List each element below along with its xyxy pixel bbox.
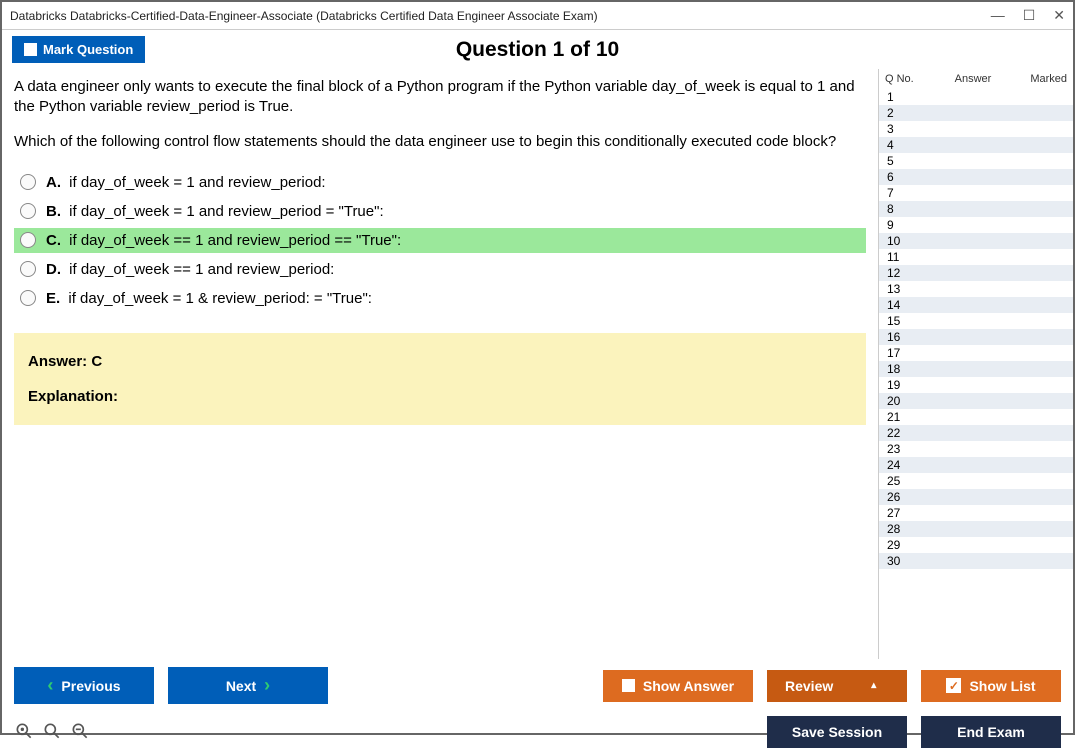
show-list-button[interactable]: ✓ Show List (921, 670, 1061, 702)
question-list-row[interactable]: 7 (879, 185, 1073, 201)
question-list-row[interactable]: 15 (879, 313, 1073, 329)
question-list-row[interactable]: 4 (879, 137, 1073, 153)
next-button-label: Next (226, 678, 256, 694)
col-answer: Answer (929, 73, 1017, 85)
question-list-row[interactable]: 3 (879, 121, 1073, 137)
zoom-out-icon[interactable] (70, 721, 90, 744)
save-session-button[interactable]: Save Session (767, 716, 907, 748)
mark-question-label: Mark Question (43, 42, 133, 57)
chevron-right-icon: › (264, 675, 270, 696)
question-list-row[interactable]: 6 (879, 169, 1073, 185)
option-row-d[interactable]: D. if day_of_week == 1 and review_period… (14, 257, 866, 282)
radio-icon[interactable] (20, 232, 36, 248)
question-list-row[interactable]: 16 (879, 329, 1073, 345)
question-counter: Question 1 of 10 (2, 38, 1073, 62)
review-button-label: Review (785, 678, 833, 694)
chevron-left-icon: ‹ (47, 675, 53, 696)
question-pane: A data engineer only wants to execute th… (2, 69, 878, 659)
question-list-row[interactable]: 27 (879, 505, 1073, 521)
option-label: E. if day_of_week = 1 & review_period: =… (46, 290, 372, 307)
option-label: C. if day_of_week == 1 and review_period… (46, 232, 401, 249)
checkbox-checked-icon: ✓ (946, 678, 961, 693)
titlebar: Databricks Databricks-Certified-Data-Eng… (2, 2, 1073, 30)
question-list-row[interactable]: 13 (879, 281, 1073, 297)
radio-icon[interactable] (20, 174, 36, 190)
zoom-in-icon[interactable] (42, 721, 62, 744)
option-label: B. if day_of_week = 1 and review_period … (46, 203, 384, 220)
show-list-button-label: Show List (969, 678, 1035, 694)
question-list-row[interactable]: 21 (879, 409, 1073, 425)
close-icon[interactable]: ✕ (1053, 7, 1065, 24)
question-list-row[interactable]: 24 (879, 457, 1073, 473)
option-row-b[interactable]: B. if day_of_week = 1 and review_period … (14, 199, 866, 224)
end-exam-button-label: End Exam (957, 724, 1025, 740)
zoom-reset-icon[interactable] (14, 721, 34, 744)
option-row-c[interactable]: C. if day_of_week == 1 and review_period… (14, 228, 866, 253)
question-list-row[interactable]: 8 (879, 201, 1073, 217)
minimize-icon[interactable]: — (991, 7, 1005, 24)
question-paragraph-2: Which of the following control flow stat… (14, 132, 866, 152)
question-list-row[interactable]: 22 (879, 425, 1073, 441)
mark-question-button[interactable]: Mark Question (12, 36, 145, 63)
zoom-controls (14, 721, 90, 744)
main-area: A data engineer only wants to execute th… (2, 69, 1073, 659)
checkbox-icon (622, 679, 635, 692)
next-button[interactable]: Next › (168, 667, 328, 704)
question-list-row[interactable]: 5 (879, 153, 1073, 169)
option-row-e[interactable]: E. if day_of_week = 1 & review_period: =… (14, 286, 866, 311)
review-button[interactable]: Review ▴ (767, 670, 907, 702)
question-list-row[interactable]: 2 (879, 105, 1073, 121)
question-list-rows[interactable]: 1234567891011121314151617181920212223242… (879, 89, 1073, 659)
caret-up-icon: ▴ (871, 680, 876, 691)
window-controls: — ☐ ✕ (991, 7, 1065, 24)
question-list-row[interactable]: 11 (879, 249, 1073, 265)
explanation-label: Explanation: (28, 388, 852, 405)
question-list-row[interactable]: 1 (879, 89, 1073, 105)
show-answer-button[interactable]: Show Answer (603, 670, 753, 702)
question-list-row[interactable]: 10 (879, 233, 1073, 249)
previous-button[interactable]: ‹ Previous (14, 667, 154, 704)
save-session-button-label: Save Session (792, 724, 882, 740)
previous-button-label: Previous (61, 678, 120, 694)
show-answer-button-label: Show Answer (643, 678, 734, 694)
question-list-row[interactable]: 14 (879, 297, 1073, 313)
question-list-row[interactable]: 25 (879, 473, 1073, 489)
radio-icon[interactable] (20, 290, 36, 306)
radio-icon[interactable] (20, 261, 36, 277)
question-list-row[interactable]: 30 (879, 553, 1073, 569)
question-list-row[interactable]: 17 (879, 345, 1073, 361)
question-list-panel: Q No. Answer Marked 12345678910111213141… (878, 69, 1073, 659)
question-paragraph-1: A data engineer only wants to execute th… (14, 77, 866, 118)
question-list-row[interactable]: 12 (879, 265, 1073, 281)
radio-icon[interactable] (20, 203, 36, 219)
option-row-a[interactable]: A. if day_of_week = 1 and review_period: (14, 170, 866, 195)
question-list-row[interactable]: 18 (879, 361, 1073, 377)
option-label: D. if day_of_week == 1 and review_period… (46, 261, 334, 278)
question-list-row[interactable]: 28 (879, 521, 1073, 537)
question-header: Mark Question Question 1 of 10 (2, 30, 1073, 69)
question-list-row[interactable]: 26 (879, 489, 1073, 505)
question-list-header: Q No. Answer Marked (879, 69, 1073, 89)
option-label: A. if day_of_week = 1 and review_period: (46, 174, 326, 191)
question-list-row[interactable]: 9 (879, 217, 1073, 233)
question-list-row[interactable]: 23 (879, 441, 1073, 457)
maximize-icon[interactable]: ☐ (1023, 7, 1036, 24)
col-marked: Marked (1017, 73, 1067, 85)
answer-box: Answer: C Explanation: (14, 333, 866, 425)
checkbox-icon (24, 43, 37, 56)
question-list-row[interactable]: 29 (879, 537, 1073, 553)
question-list-row[interactable]: 19 (879, 377, 1073, 393)
footer-region: ‹ Previous Next › Show Answer Review ▴ ✓ Show Li… (2, 659, 1073, 756)
col-qno: Q No. (885, 73, 929, 85)
end-exam-button[interactable]: End Exam (921, 716, 1061, 748)
answer-line: Answer: C (28, 353, 852, 370)
question-list-row[interactable]: 20 (879, 393, 1073, 409)
window-title: Databricks Databricks-Certified-Data-Eng… (10, 9, 991, 23)
